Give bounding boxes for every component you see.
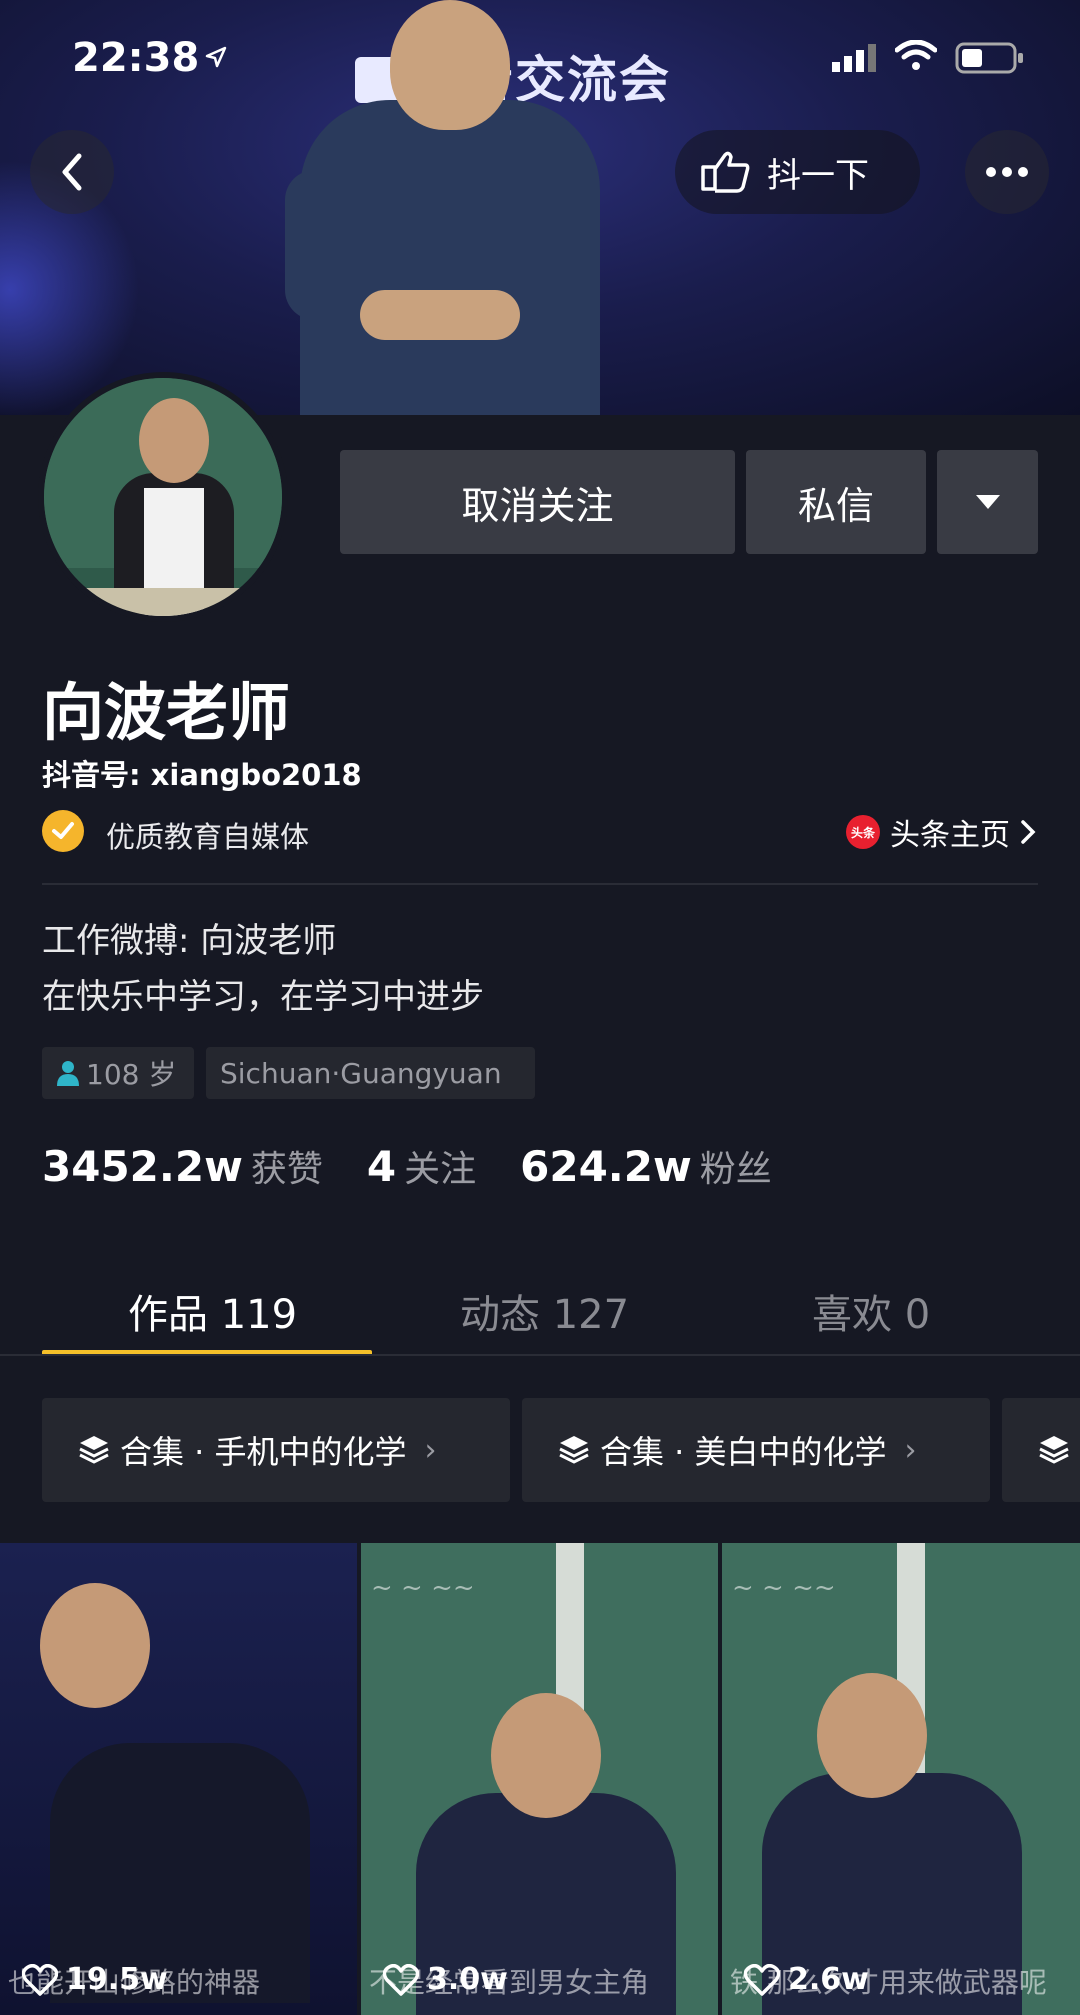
chevron-right-icon	[1021, 820, 1036, 844]
avatar-person-head	[139, 398, 209, 483]
video-thumbnail[interactable]: ~ ~ ~~ 铁 那么久才用来做武器呢 2.6w	[722, 1543, 1080, 2015]
message-button[interactable]: 私信	[746, 450, 926, 554]
video-grid: 也能开山修路的神器 19.5w ~ ~ ~~ 不是经常看到男女主角 3.0w ~…	[0, 1543, 1080, 2015]
section-divider	[42, 883, 1038, 885]
chevron-left-icon	[62, 153, 82, 191]
collection-label: 合集 · 美白中的化学	[600, 1433, 887, 1471]
status-bar: 22:38	[0, 0, 1080, 110]
video-likes: 19.5w	[22, 1962, 168, 1997]
layers-icon	[79, 1436, 109, 1464]
collection-chip[interactable]: 合集 · 美白中的化学 ›	[522, 1398, 990, 1502]
thumbnail-person-head	[491, 1693, 601, 1818]
tab-likes[interactable]: 喜欢 0	[812, 1282, 930, 1340]
recommend-dropdown-button[interactable]	[937, 450, 1038, 554]
layers-icon	[559, 1436, 589, 1464]
following-count[interactable]: 4	[367, 1142, 396, 1191]
bio-line: 工作微搏: 向波老师	[42, 921, 337, 961]
more-dots-icon	[986, 167, 1028, 177]
battery-icon	[955, 42, 1023, 74]
pointing-hand-icon	[701, 151, 750, 193]
thumbnail-person-head	[817, 1673, 927, 1798]
tab-dynamic[interactable]: 动态 127	[460, 1282, 629, 1340]
douyin-id: 抖音号: xiangbo2018	[42, 758, 362, 792]
followers-count[interactable]: 624.2w	[520, 1142, 692, 1191]
chevron-right-icon: ›	[904, 1432, 917, 1468]
following-label[interactable]: 关注	[404, 1140, 476, 1192]
chalkboard-writing: ~ ~ ~~	[732, 1573, 836, 1603]
age-tag-text: 108 岁	[86, 1058, 177, 1091]
chevron-right-icon: ›	[424, 1432, 437, 1468]
chalkboard-writing: ~ ~ ~~	[371, 1573, 475, 1603]
likes-count: 3452.2w	[42, 1142, 243, 1191]
shake-label: 抖一下	[767, 155, 869, 196]
collection-chip[interactable]: 合集 · 手机中的化学 ›	[42, 1398, 510, 1502]
profile-stats: 3452.2w 获赞 4 关注 624.2w 粉丝	[42, 1140, 816, 1192]
layers-icon	[1039, 1436, 1069, 1464]
verified-check-icon	[42, 810, 84, 852]
video-likes-count: 19.5w	[66, 1962, 168, 1997]
bio-line: 在快乐中学习，在学习中进步	[42, 977, 484, 1017]
age-tag: 108 岁	[42, 1047, 194, 1099]
avatar-desk	[44, 588, 282, 616]
location-tag-text: Sichuan·Guangyuan	[220, 1056, 502, 1090]
more-options-button[interactable]	[965, 130, 1049, 214]
back-button[interactable]	[30, 130, 114, 214]
heart-icon	[744, 1963, 780, 1996]
video-likes: 3.0w	[383, 1962, 508, 1997]
video-likes-count: 2.6w	[788, 1962, 869, 1997]
video-thumbnail[interactable]: ~ ~ ~~ 不是经常看到男女主角 3.0w	[361, 1543, 718, 2015]
collection-label: 合集 · 手机中的化学	[120, 1433, 407, 1471]
shake-button[interactable]: 抖一下	[675, 130, 920, 214]
avatar[interactable]	[38, 372, 288, 622]
cellular-signal-icon	[832, 44, 876, 72]
caret-down-icon	[975, 495, 1000, 509]
heart-icon	[383, 1963, 419, 1996]
toutiao-logo-icon: 头条	[846, 815, 880, 849]
profile-tabs: 作品 119 动态 127 喜欢 0	[0, 1270, 1080, 1356]
followers-label[interactable]: 粉丝	[700, 1140, 772, 1192]
location-tag: Sichuan·Guangyuan	[206, 1047, 535, 1099]
profile-nickname: 向波老师	[42, 676, 291, 749]
verification-row: 优质教育自媒体 头条 头条主页	[42, 808, 1038, 854]
collection-chip[interactable]	[1002, 1398, 1080, 1502]
unfollow-button[interactable]: 取消关注	[340, 450, 735, 554]
verification-text: 优质教育自媒体	[106, 820, 310, 854]
location-arrow-icon	[205, 46, 227, 68]
likes-label[interactable]: 获赞	[251, 1140, 323, 1192]
speaker-body	[300, 100, 600, 415]
tabs-divider	[0, 1354, 1080, 1356]
tab-works[interactable]: 作品 119	[128, 1282, 297, 1340]
collections-row[interactable]: 合集 · 手机中的化学 › 合集 · 美白中的化学 ›	[42, 1398, 1080, 1502]
status-time: 22:38	[72, 35, 200, 81]
video-thumbnail[interactable]: 也能开山修路的神器 19.5w	[0, 1543, 357, 2015]
person-icon	[57, 1061, 79, 1086]
video-likes: 2.6w	[744, 1962, 869, 1997]
speaker-hands	[360, 290, 520, 340]
toutiao-label: 头条主页	[890, 818, 1010, 853]
heart-icon	[22, 1963, 58, 1996]
thumbnail-person-head	[40, 1583, 150, 1708]
video-likes-count: 3.0w	[427, 1962, 508, 1997]
toutiao-homepage-link[interactable]: 头条 头条主页	[846, 810, 1038, 854]
wifi-icon	[895, 40, 937, 70]
